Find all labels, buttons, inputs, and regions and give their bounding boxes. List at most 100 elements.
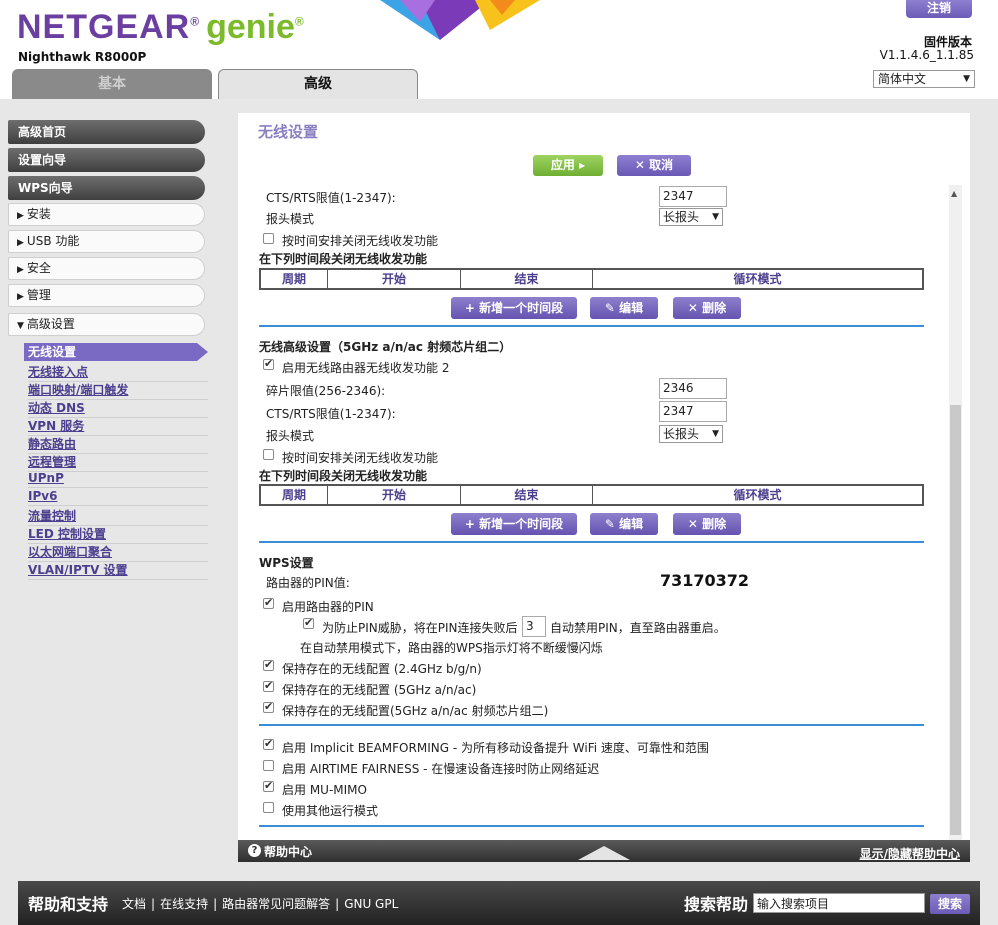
sidebar-link-wireless-ap[interactable]: 无线接入点 [28, 364, 208, 382]
caret-right-icon: ▶ [17, 292, 24, 302]
section-divider [259, 825, 924, 827]
chevron-down-icon: ▼ [712, 429, 719, 439]
settings-scroll-area[interactable]: CTS/RTS限值(1-2347): 2347 报头模式 长报头 ▼ 按时间安排关… [238, 185, 970, 840]
footer-title: 帮助和支持 [28, 895, 109, 914]
schedule-table-2: 周期 开始 结束 循环模式 [259, 484, 924, 506]
footer-link-faq[interactable]: 路由器常见问题解答 [222, 897, 330, 911]
scrollbar-thumb[interactable] [950, 405, 961, 835]
airtime-checkbox[interactable] [263, 760, 274, 771]
tab-basic[interactable]: 基本 [12, 69, 212, 100]
sidebar-item-usb[interactable]: ▶ USB 功能 [8, 230, 205, 253]
keep-5-label: 保持存在的无线配置 (5GHz a/n/ac) [282, 683, 477, 697]
language-select[interactable]: 简体中文 ▼ [873, 70, 975, 88]
sidebar-link-port-aggregation[interactable]: 以太网端口聚合 [28, 544, 208, 562]
mumimo-checkbox[interactable] [263, 779, 274, 792]
apply-button[interactable]: 应用 ▸ [533, 155, 603, 176]
wps-title: WPS设置 [259, 556, 314, 570]
cts-input-2[interactable]: 2347 [659, 401, 727, 422]
sidebar-item-management[interactable]: ▶ 管理 [8, 284, 205, 307]
footer-link-gpl[interactable]: GNU GPL [344, 897, 398, 911]
sidebar-item-security[interactable]: ▶ 安全 [8, 257, 205, 280]
section-divider [259, 325, 924, 327]
sidebar-item-label: 安装 [26, 207, 51, 221]
other-mode-label: 使用其他运行模式 [282, 804, 379, 818]
cts-input-1[interactable]: 2347 [659, 186, 727, 207]
sidebar-link-upnp[interactable]: UPnP [28, 470, 208, 488]
sidebar-item-label: 管理 [26, 288, 51, 302]
preamble-value-2: 长报头 [663, 427, 700, 441]
cancel-button[interactable]: ✕ 取消 [617, 155, 691, 176]
edit-button-2[interactable]: ✎ 编辑 [590, 513, 658, 535]
keep-5b-checkbox[interactable] [263, 700, 274, 713]
chevron-down-icon: ▼ [712, 212, 719, 222]
sidebar-link-port-forwarding[interactable]: 端口映射/端口触发 [28, 382, 208, 400]
footer-link-online-support[interactable]: 在线支持 [160, 897, 208, 911]
schedule-checkbox-2[interactable] [263, 449, 274, 460]
sidebar-link-dynamic-dns[interactable]: 动态 DNS [28, 400, 208, 418]
cts-label-2: CTS/RTS限值(1-2347): [266, 407, 396, 421]
keep-5b-label: 保持存在的无线配置(5GHz a/n/ac 射频芯片组二) [282, 704, 549, 718]
sidebar-link-traffic-meter[interactable]: 流量控制 [28, 508, 208, 526]
question-icon: ? [248, 844, 261, 857]
sidebar-link-led-control[interactable]: LED 控制设置 [28, 526, 208, 544]
section-divider [259, 541, 924, 543]
schedule-label-1: 按时间安排关闭无线收发功能 [282, 234, 439, 248]
help-center-label[interactable]: 帮助中心 [264, 843, 312, 860]
sidebar-item-setup-wizard[interactable]: 设置向导 [8, 148, 205, 172]
schedule-checkbox-1[interactable] [263, 233, 274, 244]
footer: 帮助和支持 文档 | 在线支持 | 路由器常见问题解答 | GNU GPL 搜索帮助 输入搜… [18, 881, 980, 925]
search-button[interactable]: 搜索 [930, 894, 970, 914]
table-header: 循环模式 [733, 488, 782, 502]
delete-button-1[interactable]: ✕ 删除 [673, 297, 741, 319]
pin-lock-note: 在自动禁用模式下，路由器的WPS指示灯将不断缓慢闪烁 [300, 641, 603, 655]
other-mode-checkbox[interactable] [263, 802, 274, 813]
table-header: 周期 [261, 270, 328, 288]
enable-pin-label: 启用路由器的PIN [282, 600, 374, 614]
enable-pin-checkbox[interactable] [263, 596, 274, 609]
sidebar-item-label: 高级设置 [26, 317, 75, 331]
preamble-label-1: 报头模式 [266, 212, 315, 226]
sidebar-item-advanced-setup[interactable]: ▼ 高级设置 [8, 313, 205, 336]
logout-button[interactable]: 注销 [906, 0, 972, 18]
add-period-button-1[interactable]: + 新增一个时间段 [451, 297, 577, 319]
search-input[interactable]: 输入搜索项目 [753, 893, 925, 913]
frag-input-2[interactable]: 2346 [659, 378, 727, 399]
brand-text: NETGEAR [17, 8, 191, 46]
preamble-select-2[interactable]: 长报头 ▼ [659, 425, 723, 443]
keep-5-checkbox[interactable] [263, 679, 274, 692]
sidebar-link-wireless-settings[interactable]: 无线设置 [24, 343, 208, 361]
sidebar-item-label: 安全 [26, 261, 51, 275]
sidebar-item-wps-wizard[interactable]: WPS向导 [8, 176, 205, 200]
expand-arrow-icon[interactable] [578, 846, 630, 860]
sidebar-link-vlan-iptv[interactable]: VLAN/IPTV 设置 [28, 562, 208, 580]
period-title-1: 在下列时间段关闭无线收发功能 [259, 252, 428, 266]
keep-24-checkbox[interactable] [263, 658, 274, 671]
table-header: 结束 [461, 486, 593, 504]
pin-lock-checkbox[interactable] [303, 616, 314, 629]
sidebar-link-static-routes[interactable]: 静态路由 [28, 436, 208, 454]
sidebar-item-setup[interactable]: ▶ 安装 [8, 203, 205, 226]
table-header: 结束 [461, 270, 593, 288]
footer-link-docs[interactable]: 文档 [122, 897, 146, 911]
keep-24-label: 保持存在的无线配置 (2.4GHz b/g/n) [282, 662, 482, 676]
preamble-label-2: 报头模式 [266, 429, 315, 443]
edit-button-1[interactable]: ✎ 编辑 [590, 297, 658, 319]
delete-button-2[interactable]: ✕ 删除 [673, 513, 741, 535]
pin-lock-count-input[interactable]: 3 [522, 616, 546, 637]
beamforming-checkbox[interactable] [263, 737, 274, 750]
sidebar-item-advanced-home[interactable]: 高级首页 [8, 120, 205, 144]
beamforming-label: 启用 Implicit BEAMFORMING - 为所有移动设备提升 WiFi… [282, 741, 709, 755]
enable-radio2-checkbox[interactable] [263, 357, 274, 370]
sidebar-link-vpn[interactable]: VPN 服务 [28, 418, 208, 436]
preamble-select-1[interactable]: 长报头 ▼ [659, 208, 723, 226]
add-period-button-2[interactable]: + 新增一个时间段 [451, 513, 577, 535]
scroll-up-icon[interactable]: ▲ [951, 189, 957, 198]
header: NETGEAR® genie® Nighthawk R8000P 注销 固件版本 … [0, 0, 998, 100]
page-title: 无线设置 [258, 123, 319, 141]
model-name: Nighthawk R8000P [18, 50, 147, 64]
vertical-scrollbar[interactable]: ▲ [949, 185, 962, 840]
sidebar-link-ipv6[interactable]: IPv6 [28, 488, 208, 506]
help-toggle-link[interactable]: 显示/隐藏帮助中心 [860, 845, 960, 862]
tab-advanced[interactable]: 高级 [218, 69, 418, 100]
mumimo-label: 启用 MU-MIMO [282, 783, 367, 797]
